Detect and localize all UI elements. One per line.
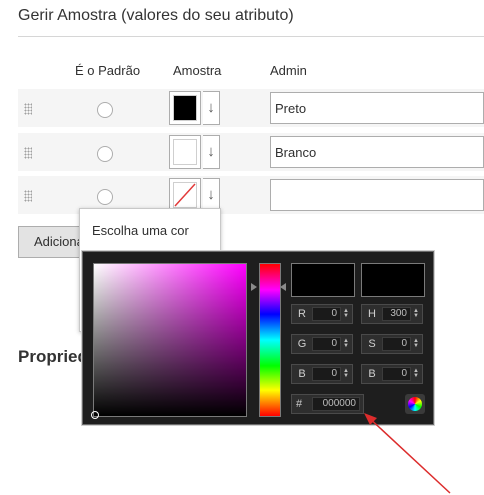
saturation-spinner-icon[interactable]: ▲ ▼	[413, 338, 419, 349]
swatch-dropdown-arrow-icon[interactable]: ↓	[203, 178, 220, 212]
color-selector-cursor[interactable]	[91, 411, 99, 419]
column-header-swatch: Amostra	[173, 63, 222, 78]
brightness-field: B 0 ▲ ▼	[361, 364, 423, 384]
divider	[18, 36, 484, 37]
hue-arrow-right-icon[interactable]	[280, 283, 286, 291]
swatch-dropdown-arrow-icon[interactable]: ↓	[203, 135, 220, 169]
annotation-arrow-icon	[364, 413, 451, 494]
swatch-button[interactable]	[169, 135, 201, 169]
hue-label: H	[368, 308, 376, 320]
saturation-field: S 0 ▲ ▼	[361, 334, 423, 354]
hue-slider[interactable]	[259, 263, 281, 417]
column-header-default: É o Padrão	[75, 63, 141, 78]
swatch-color-preview	[173, 139, 197, 165]
hue-input[interactable]: 300	[382, 307, 411, 321]
default-radio[interactable]	[97, 189, 113, 205]
admin-value-input[interactable]	[270, 136, 484, 168]
green-spinner-icon[interactable]: ▲ ▼	[343, 338, 349, 349]
hex-field: # 000000	[291, 394, 364, 414]
drag-handle-icon[interactable]	[24, 190, 32, 202]
drag-handle-icon[interactable]	[24, 147, 32, 159]
drag-handle-icon[interactable]	[24, 103, 32, 115]
blue-input[interactable]: 0	[312, 367, 341, 381]
hex-input[interactable]: 000000	[312, 397, 360, 411]
saturation-label: S	[368, 338, 376, 350]
default-radio[interactable]	[97, 146, 113, 162]
admin-value-input[interactable]	[270, 92, 484, 124]
swatch-dropdown-arrow-icon[interactable]: ↓	[203, 91, 220, 125]
red-label: R	[298, 308, 306, 320]
properties-title: Propriedades	[18, 347, 88, 366]
green-label: G	[297, 338, 307, 350]
current-color-preview[interactable]	[361, 263, 425, 297]
admin-value-input[interactable]	[270, 179, 484, 211]
add-swatch-button[interactable]: Adicionar	[18, 226, 88, 258]
brightness-label: B	[368, 368, 376, 380]
blue-spinner-icon[interactable]: ▲ ▼	[343, 368, 349, 379]
hue-field: H 300 ▲ ▼	[361, 304, 423, 324]
green-input[interactable]: 0	[312, 337, 341, 351]
hue-arrow-left-icon[interactable]	[251, 283, 257, 291]
section-title: Gerir Amostra (valores do seu atributo)	[18, 7, 294, 24]
new-color-preview	[291, 263, 355, 297]
red-spinner-icon[interactable]: ▲ ▼	[343, 308, 349, 319]
hex-label: #	[296, 398, 303, 410]
no-color-icon	[173, 182, 197, 208]
green-field: G 0 ▲ ▼	[291, 334, 353, 354]
brightness-spinner-icon[interactable]: ▲ ▼	[413, 368, 419, 379]
swatch-color-preview	[173, 95, 197, 121]
default-radio[interactable]	[97, 102, 113, 118]
blue-field: B 0 ▲ ▼	[291, 364, 353, 384]
saturation-brightness-field[interactable]	[91, 263, 247, 419]
swatch-button[interactable]	[169, 178, 201, 212]
blue-label: B	[298, 368, 306, 380]
choose-color-option[interactable]: Escolha uma cor	[92, 223, 189, 238]
red-input[interactable]: 0	[312, 307, 341, 321]
color-picker: R 0 ▲ ▼ H 300 ▲ ▼ G 0 ▲ ▼ S 0 ▲ ▼ B 0 ▲ ▼ B 0…	[82, 251, 434, 425]
red-field: R 0 ▲ ▼	[291, 304, 353, 324]
swatch-button[interactable]	[169, 91, 201, 125]
column-header-admin: Admin	[270, 63, 307, 78]
hue-spinner-icon[interactable]: ▲ ▼	[413, 308, 419, 319]
brightness-input[interactable]: 0	[382, 367, 411, 381]
saturation-input[interactable]: 0	[382, 337, 411, 351]
